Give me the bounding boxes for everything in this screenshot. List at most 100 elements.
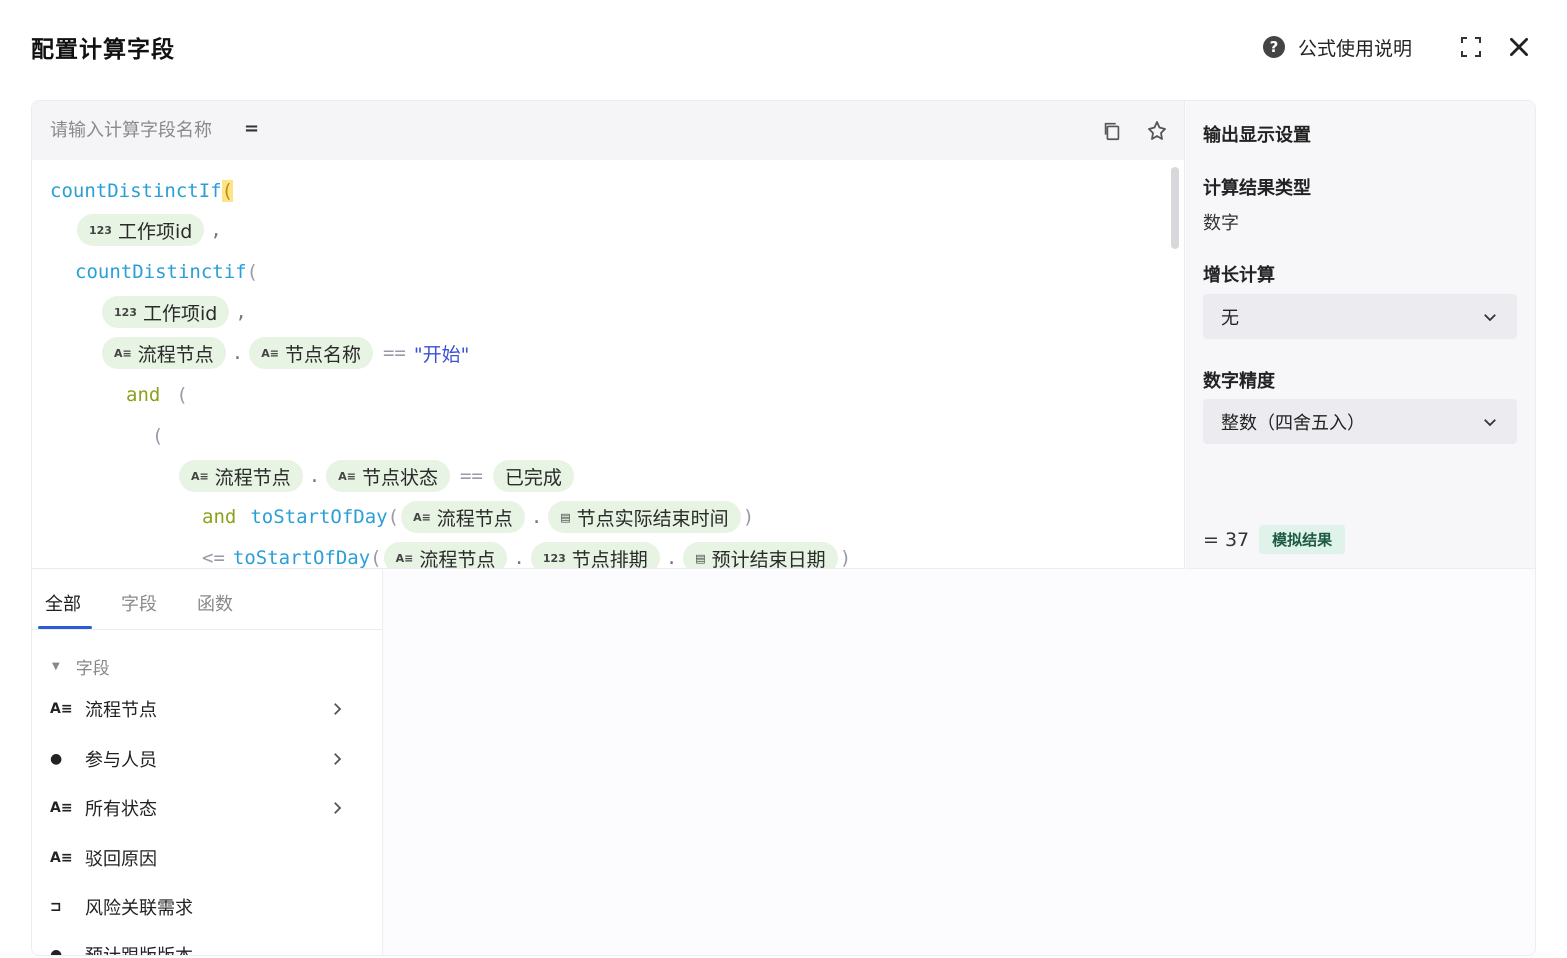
number-type-icon: 123	[89, 223, 112, 237]
field-chip[interactable]: A≡ 流程节点	[179, 460, 303, 492]
dialog-header: 配置计算字段 ? 公式使用说明	[0, 0, 1567, 96]
field-item-flow-node[interactable]: A≡ 流程节点	[32, 686, 383, 732]
chevron-right-icon	[334, 802, 342, 814]
number-type-icon: 123	[542, 551, 566, 565]
result-type-label: 计算结果类型	[1203, 178, 1311, 199]
settings-title: 输出显示设置	[1203, 125, 1311, 146]
group-label: 字段	[75, 659, 110, 679]
code-line: <= toStartOfDay(A≡ 流程节点. 123 节点排期. ▤ 预计结束日期)	[202, 541, 851, 569]
code-line: countDistinctif(	[75, 261, 259, 283]
function-detail-area	[384, 570, 1535, 955]
field-item-label: 驳回原因	[85, 849, 157, 870]
formula-editor: = countDistinctIf( 123工作项id, countDistin…	[32, 101, 1185, 569]
field-item-label: 风险关联需求	[85, 898, 193, 919]
field-item-label: 流程节点	[85, 700, 157, 721]
precision-value: 整数（四舍五入）	[1221, 412, 1365, 434]
function-token: toStartOfDay	[232, 547, 371, 569]
field-item-reject-reason[interactable]: A≡ 驳回原因	[32, 835, 383, 881]
chevron-down-icon	[1484, 313, 1496, 321]
field-chip[interactable]: A≡ 流程节点	[102, 337, 226, 369]
code-line: and(	[126, 384, 188, 406]
number-type-icon: 123	[114, 305, 137, 319]
field-chip[interactable]: 123 节点排期	[530, 542, 660, 568]
value-chip[interactable]: 已完成	[492, 460, 574, 492]
field-name-input[interactable]	[50, 117, 650, 143]
link-field-icon: ⊐	[50, 899, 62, 915]
field-chip[interactable]: A≡ 流程节点	[383, 542, 508, 568]
field-chip[interactable]: ▤ 预计结束日期	[683, 542, 838, 568]
question-circle-icon: ?	[1263, 36, 1285, 58]
tab-fields[interactable]: 字段	[121, 590, 157, 616]
field-item-version[interactable]: ● 预计跟版版本	[32, 932, 383, 956]
code-line: countDistinctIf(	[50, 174, 234, 208]
equals-sign: =	[244, 118, 260, 139]
function-token: countDistinctif	[75, 261, 247, 283]
text-field-icon: A≡	[50, 850, 73, 866]
code-line: and toStartOfDay(A≡ 流程节点. ▤ 节点实际结束时间)	[202, 500, 754, 534]
keyword-token: and	[126, 384, 161, 406]
tab-all[interactable]: 全部	[45, 590, 81, 616]
text-type-icon: A≡	[191, 469, 209, 483]
code-line: (	[152, 425, 164, 447]
field-item-label: 参与人员	[85, 750, 157, 771]
formula-help-label: 公式使用说明	[1298, 37, 1413, 60]
text-type-icon: A≡	[395, 551, 414, 565]
chevron-down-icon	[1484, 418, 1496, 426]
result-badge: 模拟结果	[1259, 525, 1346, 554]
field-item-label: 所有状态	[85, 799, 157, 820]
field-list-panel: 全部 字段 函数 ▼ 字段 A≡ 流程节点 ● 参与人员 A≡ 所有状态 A≡ …	[32, 570, 383, 956]
growth-select[interactable]: 无	[1203, 294, 1517, 339]
formula-code[interactable]: countDistinctIf( 123 工作项id, countDistinct…	[32, 161, 1172, 569]
string-literal: "开始"	[413, 343, 470, 366]
formula-help-link[interactable]: ? 公式使用说明	[1263, 33, 1412, 61]
date-type-icon: ▤	[695, 551, 706, 565]
text-type-icon: A≡	[261, 346, 279, 360]
growth-value: 无	[1221, 307, 1239, 329]
output-settings: 输出显示设置 计算结果类型 数字 增长计算 无 数字精度 整数（四舍五入） = …	[1186, 101, 1535, 569]
result-value: = 37	[1203, 528, 1250, 551]
field-name-bar: =	[32, 101, 1184, 160]
field-chip[interactable]: A≡ 流程节点	[401, 501, 525, 533]
active-tab-indicator	[38, 626, 92, 629]
function-token: countDistinctIf	[50, 180, 222, 202]
text-type-icon: A≡	[413, 510, 431, 524]
field-item-participants[interactable]: ● 参与人员	[32, 736, 383, 782]
keyword-token: and	[202, 506, 237, 528]
text-field-icon: A≡	[50, 701, 73, 717]
function-token: toStartOfDay	[250, 506, 388, 528]
code-line: A≡ 流程节点. A≡ 节点状态 == 已完成	[177, 459, 576, 493]
field-chip[interactable]: ▤ 节点实际结束时间	[548, 501, 741, 533]
magic-icon[interactable]	[1145, 119, 1169, 143]
field-item-all-status[interactable]: A≡ 所有状态	[32, 785, 383, 831]
field-group-header[interactable]: ▼ 字段	[52, 654, 110, 679]
field-chip[interactable]: A≡ 节点状态	[326, 460, 450, 492]
user-field-icon: ●	[50, 751, 63, 767]
code-line: 123 工作项id,	[100, 295, 251, 329]
text-type-icon: A≡	[114, 346, 132, 360]
field-item-risk-requirement[interactable]: ⊐ 风险关联需求	[32, 884, 383, 930]
field-chip[interactable]: 123 工作项id	[77, 214, 205, 246]
field-chip[interactable]: 123 工作项id	[102, 296, 230, 328]
chevron-right-icon	[334, 703, 342, 715]
chevron-right-icon	[334, 753, 342, 765]
text-type-icon: A≡	[338, 469, 356, 483]
field-tabs: 全部 字段 函数	[32, 570, 383, 630]
close-icon[interactable]	[1506, 34, 1532, 60]
expand-icon[interactable]	[1459, 35, 1483, 59]
user-field-icon: ●	[50, 947, 63, 956]
field-item-label: 预计跟版版本	[85, 942, 193, 955]
code-line: A≡ 流程节点. A≡ 节点名称 == "开始"	[100, 336, 469, 370]
tab-functions[interactable]: 函数	[197, 590, 233, 616]
simulation-result: = 37 模拟结果	[1203, 525, 1346, 554]
code-line: 123 工作项id,	[75, 213, 226, 247]
dialog-title: 配置计算字段	[31, 37, 175, 63]
editor-scrollbar[interactable]	[1171, 167, 1179, 249]
paren-token: (	[221, 180, 234, 202]
caret-down-icon: ▼	[52, 661, 60, 672]
text-field-icon: A≡	[50, 800, 73, 816]
growth-label: 增长计算	[1203, 265, 1275, 286]
copy-icon[interactable]	[1101, 120, 1123, 142]
result-type-value: 数字	[1203, 213, 1239, 234]
field-chip[interactable]: A≡ 节点名称	[249, 337, 373, 369]
precision-select[interactable]: 整数（四舍五入）	[1203, 399, 1517, 444]
